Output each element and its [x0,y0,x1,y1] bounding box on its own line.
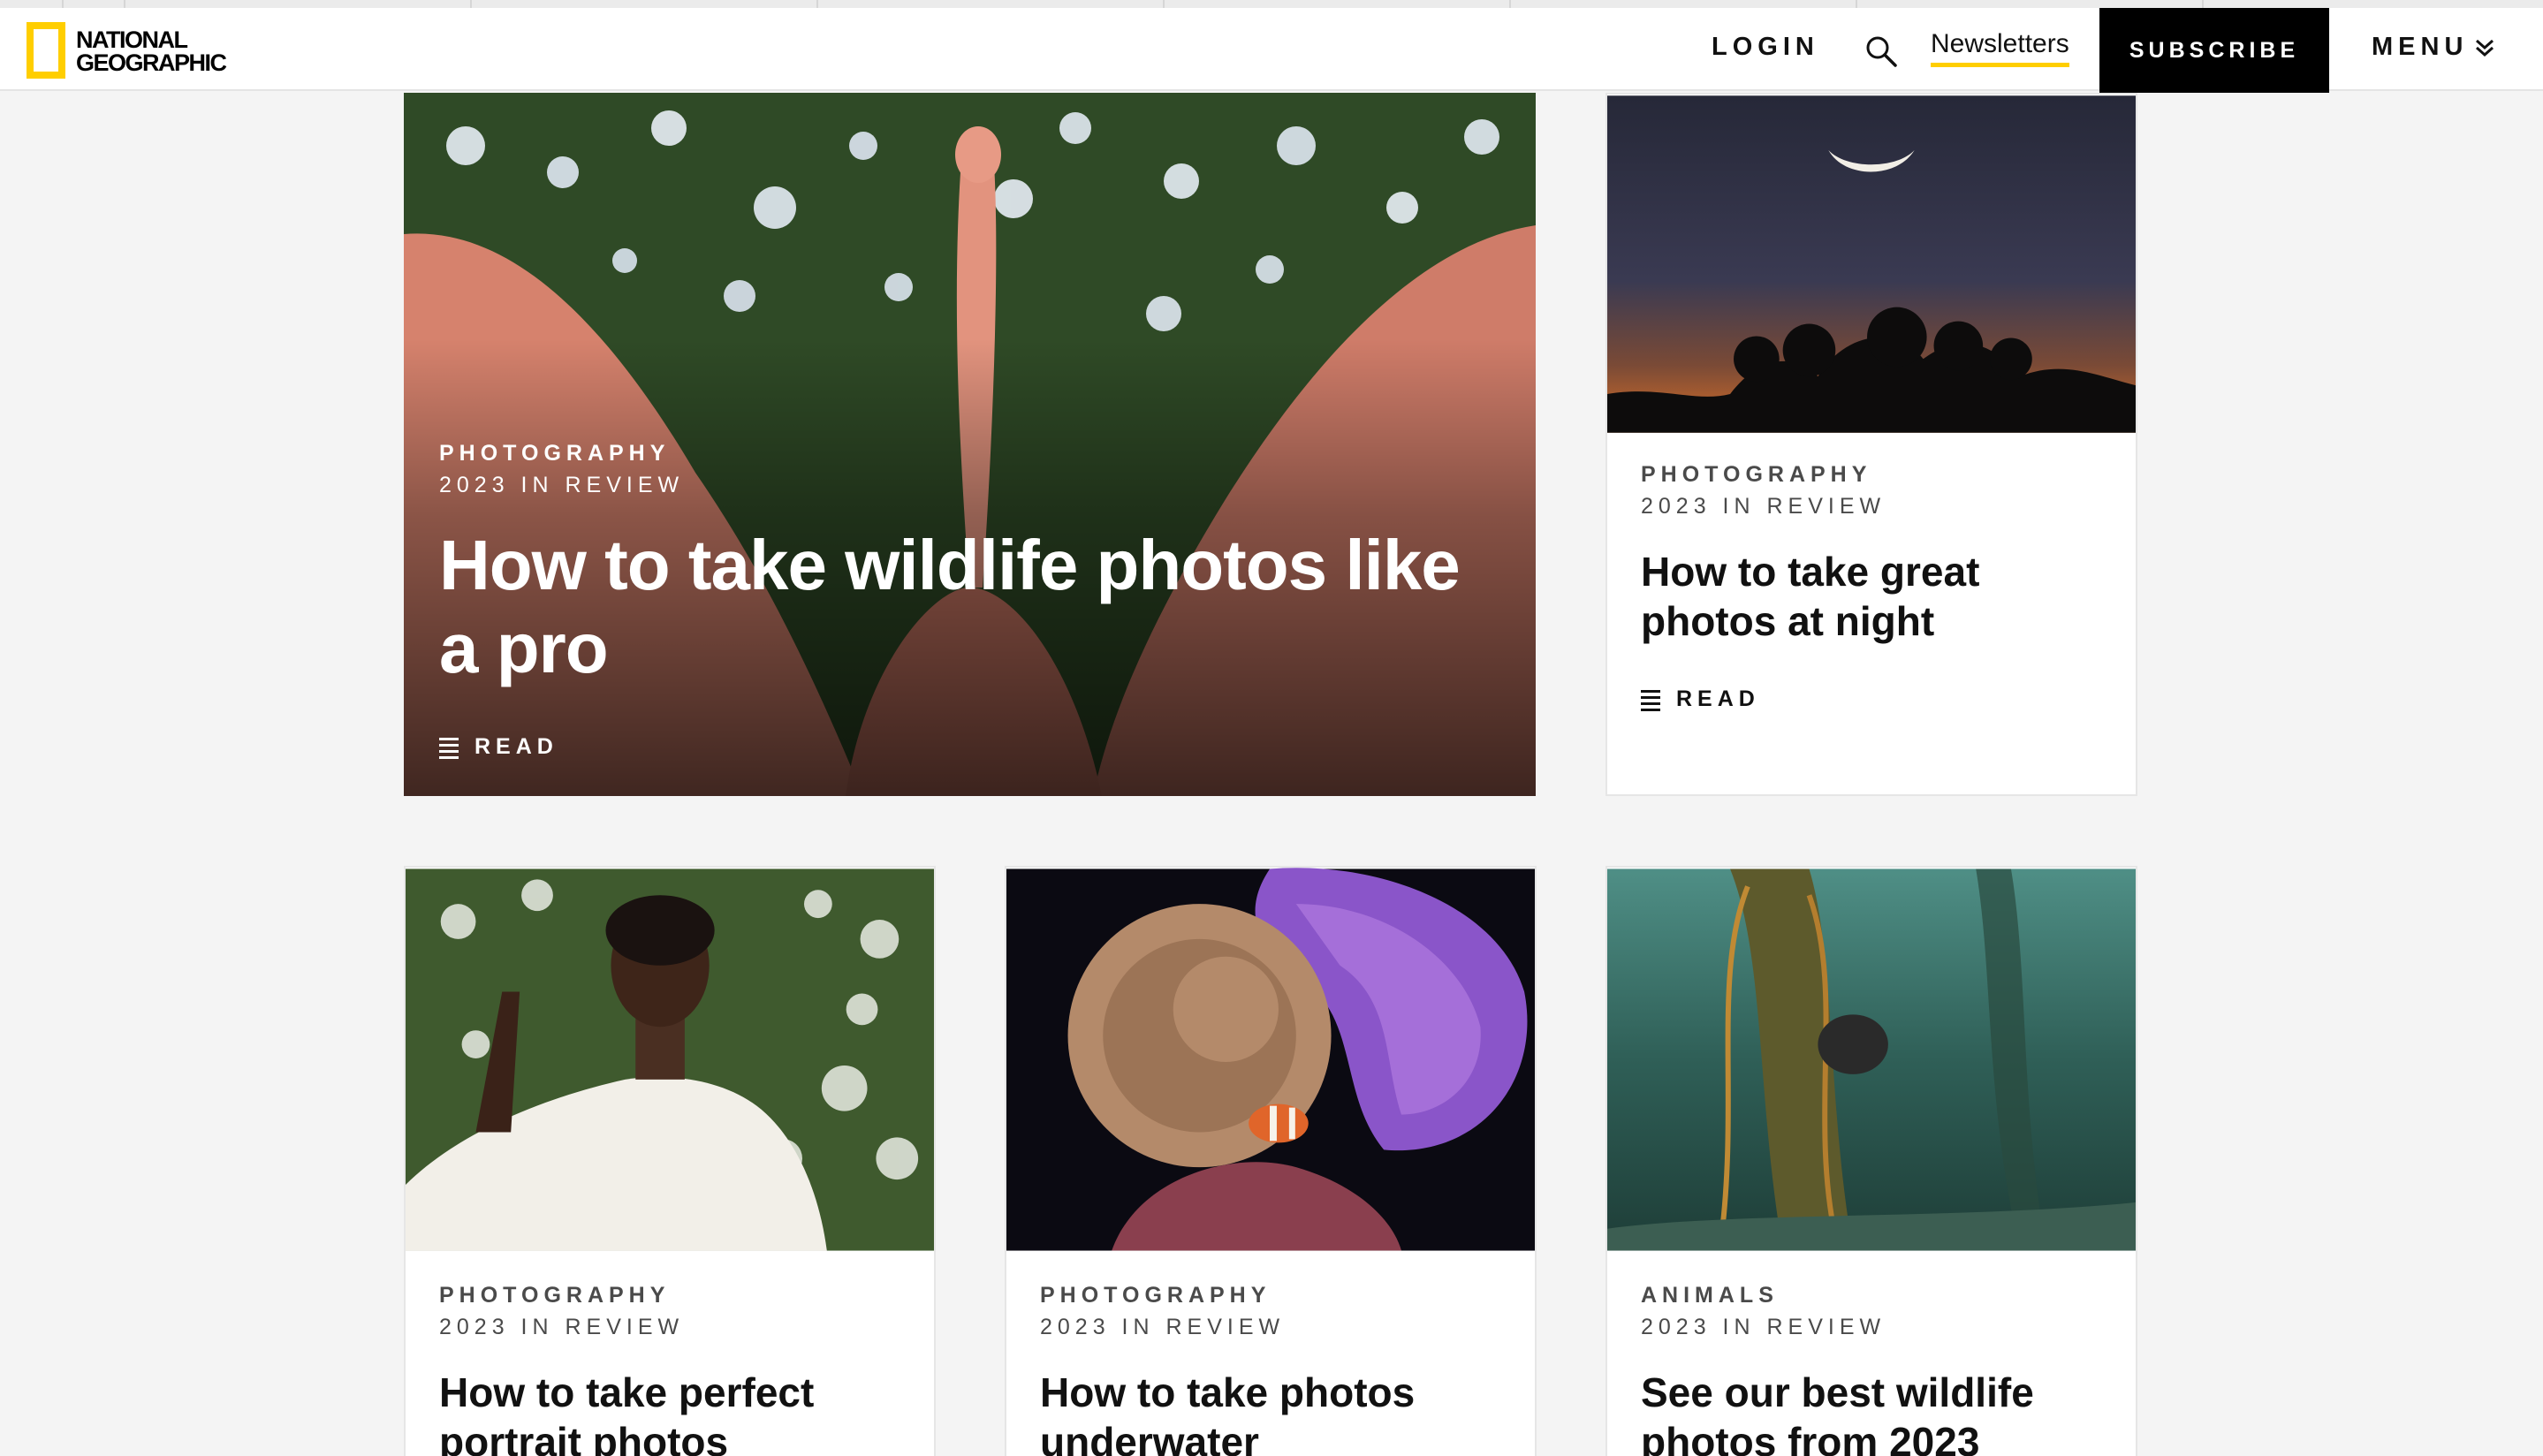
newsletters-link[interactable]: Newsletters [1931,29,2069,67]
hero-read-label: READ [474,734,558,759]
side-kicker[interactable]: PHOTOGRAPHY [1641,459,2118,490]
story-card-body: ANIMALS 2023 IN REVIEW See our best wild… [1641,1279,2118,1456]
yellow-frame-icon [27,22,65,79]
login-link[interactable]: LOGIN [1712,33,1819,62]
night-sky-photo [1607,95,2136,433]
hero-text: PHOTOGRAPHY 2023 IN REVIEW How to take w… [439,437,1499,760]
story-title[interactable]: How to take photos underwater [1040,1368,1517,1456]
side-card-body: PHOTOGRAPHY 2023 IN REVIEW How to take g… [1641,459,2118,712]
story-card[interactable]: PHOTOGRAPHY 2023 IN REVIEW How to take p… [404,866,936,1456]
story-title[interactable]: See our best wildlife photos from 2023 [1641,1368,2118,1456]
story-title[interactable]: How to take perfect portrait photos [439,1368,916,1456]
story-kicker[interactable]: PHOTOGRAPHY [439,1279,916,1311]
story-kicker[interactable]: ANIMALS [1641,1279,2118,1311]
hero-story-card[interactable]: PHOTOGRAPHY 2023 IN REVIEW How to take w… [404,93,1536,796]
logo-line-1: NATIONAL [76,27,188,53]
portrait-photo [406,868,934,1251]
hero-read-link[interactable]: READ [439,734,1499,760]
hero-title[interactable]: How to take wildlife photos like a pro [439,524,1499,690]
hero-kicker-sub: 2023 IN REVIEW [439,473,685,497]
story-card-body: PHOTOGRAPHY 2023 IN REVIEW How to take p… [439,1279,916,1456]
anemone-clownfish-photo [1006,868,1535,1251]
page: NATIONAL GEOGRAPHIC LOGIN Newsletters SU… [0,0,2543,1456]
side-read-label: READ [1676,686,1760,711]
story-card-body: PHOTOGRAPHY 2023 IN REVIEW How to take p… [1040,1279,1517,1456]
browser-tab-strip [0,0,2543,8]
menu-button[interactable]: MENU [2372,33,2496,62]
logo-line-2: GEOGRAPHIC [76,49,227,76]
story-card[interactable]: PHOTOGRAPHY 2023 IN REVIEW How to take p… [1005,866,1537,1456]
side-read-link[interactable]: READ [1641,686,2118,712]
search-icon[interactable] [1864,34,1898,68]
story-kicker-sub: 2023 IN REVIEW [439,1315,685,1339]
story-kicker-sub: 2023 IN REVIEW [1040,1315,1286,1339]
story-kicker-sub: 2023 IN REVIEW [1641,1315,1886,1339]
story-kicker[interactable]: PHOTOGRAPHY [1040,1279,1517,1311]
kelp-forest-photo [1607,868,2136,1251]
side-title[interactable]: How to take great photos at night [1641,547,2118,646]
article-lines-icon [1641,689,1660,711]
side-story-card[interactable]: PHOTOGRAPHY 2023 IN REVIEW How to take g… [1606,93,2137,796]
site-header: NATIONAL GEOGRAPHIC LOGIN Newsletters SU… [0,8,2543,93]
natgeo-logo[interactable]: NATIONAL GEOGRAPHIC [27,22,239,79]
menu-label: MENU [2372,33,2469,61]
article-lines-icon [439,737,459,759]
hero-kicker[interactable]: PHOTOGRAPHY [439,437,1499,469]
side-kicker-sub: 2023 IN REVIEW [1641,494,1886,519]
story-card[interactable]: ANIMALS 2023 IN REVIEW See our best wild… [1606,866,2137,1456]
chevron-down-icon [2476,39,2494,57]
subscribe-button[interactable]: SUBSCRIBE [2099,8,2329,93]
